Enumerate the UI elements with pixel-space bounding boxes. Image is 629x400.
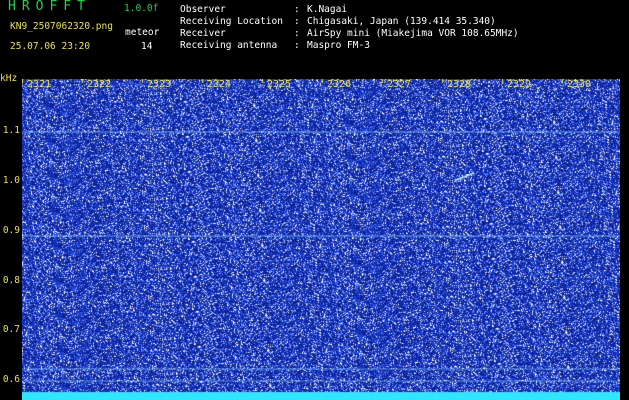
y-axis-unit: kHz (0, 73, 18, 84)
hrofft-window: HROFFT 1.0.0f KN9_2507062320.png meteor … (0, 0, 629, 400)
app-brand: HROFFT (8, 0, 91, 14)
spectrogram-canvas (22, 79, 620, 400)
y-tick-label: 0.7 (2, 324, 20, 335)
y-tick-label: 0.9 (2, 225, 20, 236)
app-version: 1.0.0f (124, 3, 159, 14)
y-tick-label: 0.8 (2, 275, 20, 286)
x-tick-label: 2329 (507, 79, 532, 90)
x-tick-label: 2324 (207, 79, 232, 90)
location-value: Chigasaki, Japan (139.414 35.340) (307, 16, 496, 27)
observer-value: K.Nagai (307, 4, 348, 15)
separator: : (294, 4, 300, 15)
timestamp: 25.07.06 23:20 (10, 41, 91, 52)
separator: : (294, 16, 300, 27)
x-tick-label: 2321 (27, 79, 52, 90)
y-tick-label: 1.1 (2, 125, 20, 136)
y-tick-label: 1.0 (2, 175, 20, 186)
x-tick-label: 2322 (87, 79, 112, 90)
mode-label: meteor (125, 27, 160, 38)
x-tick-label: 2325 (267, 79, 292, 90)
separator: : (294, 28, 300, 39)
x-tick-label: 2327 (387, 79, 412, 90)
receiver-label: Receiver (180, 28, 226, 39)
file-name: KN9_2507062320.png (10, 21, 113, 32)
x-tick-label: 2330 (567, 79, 592, 90)
antenna-label: Receiving antenna (180, 40, 278, 51)
separator: : (294, 40, 300, 51)
x-tick-label: 2326 (327, 79, 352, 90)
location-label: Receiving Location (180, 16, 283, 27)
antenna-value: Maspro FM-3 (307, 40, 370, 51)
receiver-value: AirSpy mini (Miakejima VOR 108.65MHz) (307, 28, 519, 39)
y-tick-label: 0.6 (2, 374, 20, 385)
x-tick-label: 2328 (447, 79, 472, 90)
x-tick-label: 2323 (147, 79, 172, 90)
detection-count: 14 (141, 41, 153, 52)
observer-label: Observer (180, 4, 226, 15)
